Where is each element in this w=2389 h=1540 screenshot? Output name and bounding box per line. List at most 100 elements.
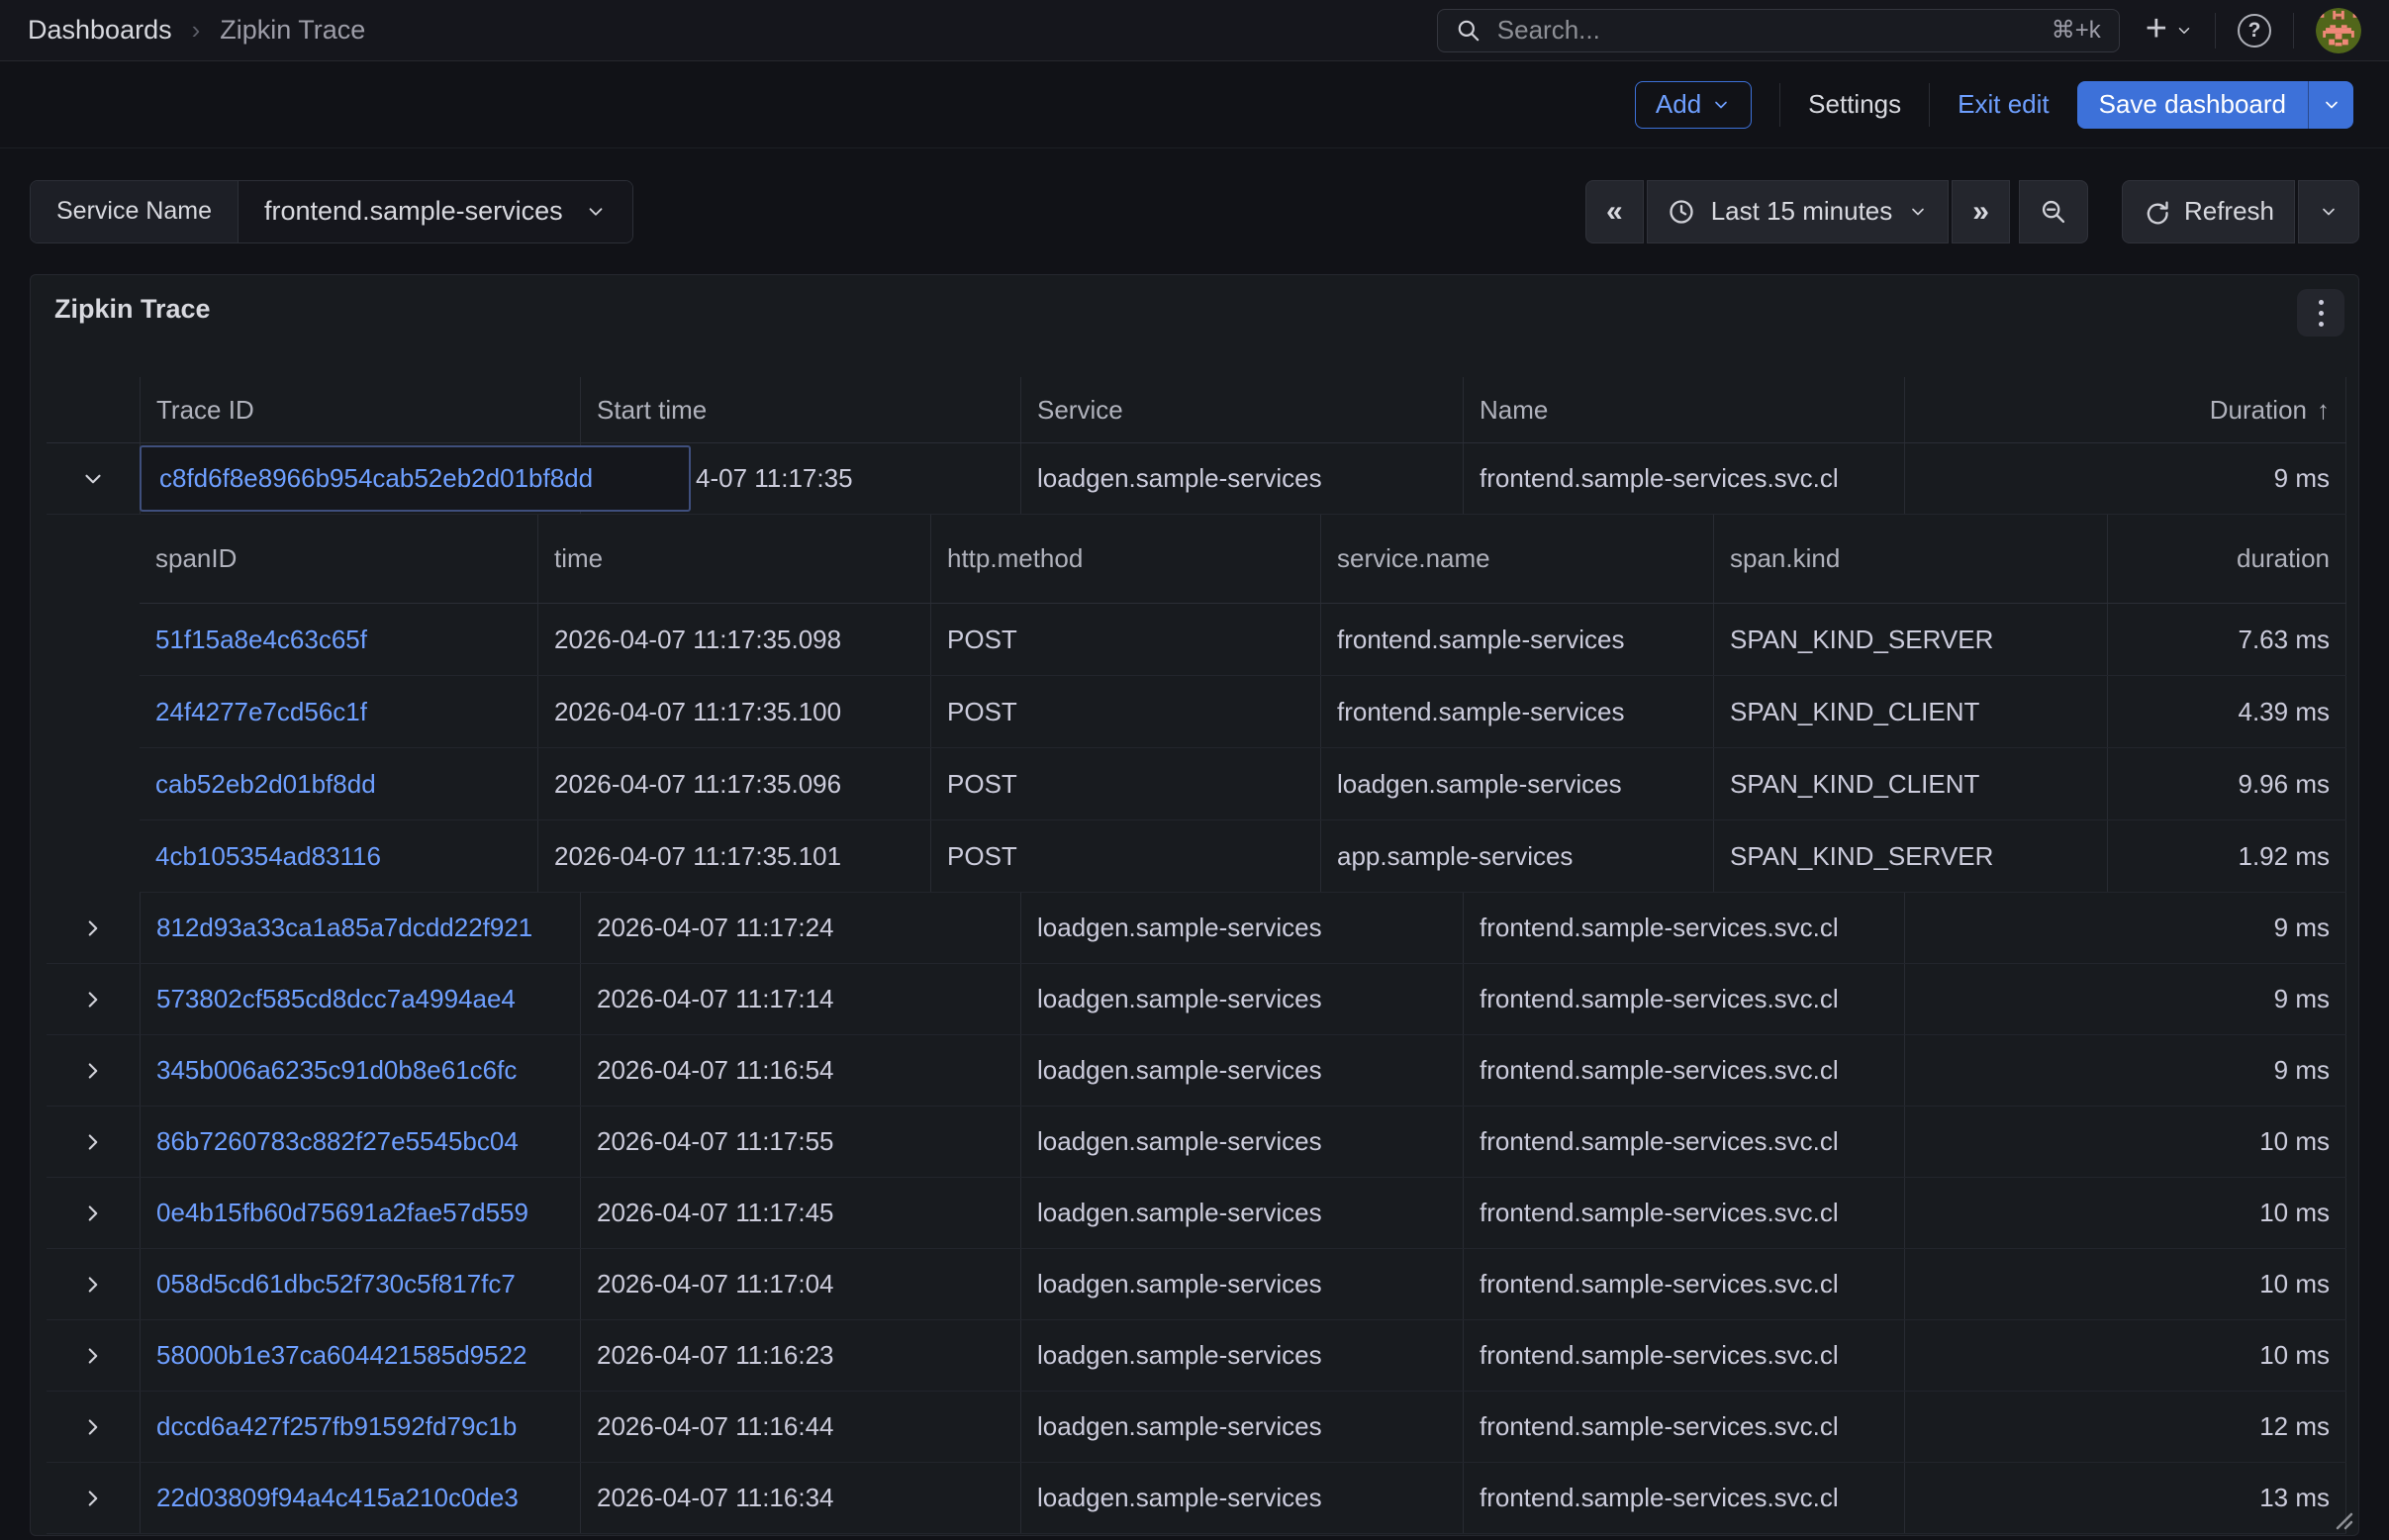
settings-button[interactable]: Settings: [1808, 89, 1901, 120]
span-time-cell: 2026-04-07 11:17:35.098: [537, 604, 930, 675]
start-time-cell: 2026-04-07 11:17:55: [580, 1107, 1020, 1177]
chevron-down-icon: [585, 201, 607, 223]
collapse-row-button[interactable]: [47, 443, 140, 514]
time-shift-back-button[interactable]: «: [1585, 180, 1644, 243]
double-chevron-right-icon: »: [1972, 195, 1989, 229]
time-range-picker[interactable]: Last 15 minutes: [1647, 180, 1950, 243]
save-dashboard-button[interactable]: Save dashboard: [2077, 81, 2308, 129]
panel-menu-button[interactable]: [2297, 289, 2344, 337]
name-cell: frontend.sample-services.svc.cl: [1463, 1035, 1904, 1106]
expand-row-button[interactable]: [47, 1392, 140, 1462]
refresh-group: Refresh: [2122, 180, 2359, 243]
header-service[interactable]: Service: [1020, 377, 1463, 442]
span-method-cell: POST: [930, 748, 1320, 819]
breadcrumb-dashboards[interactable]: Dashboards: [28, 15, 172, 46]
expand-row-button[interactable]: [47, 964, 140, 1034]
span-time-cell: 2026-04-07 11:17:35.101: [537, 820, 930, 892]
help-icon[interactable]: ?: [2238, 14, 2271, 48]
time-shift-forward-button[interactable]: »: [1952, 180, 2010, 243]
refresh-interval-dropdown[interactable]: [2298, 180, 2359, 243]
name-cell: frontend.sample-services.svc.cl: [1463, 893, 1904, 963]
trace-id-link[interactable]: c8fd6f8e8966b954cab52eb2d01bf8dd: [159, 463, 593, 494]
top-nav: Dashboards › Zipkin Trace Search... ⌘+k …: [0, 0, 2389, 61]
trace-id-link[interactable]: 058d5cd61dbc52f730c5f817fc7: [156, 1269, 516, 1299]
span-duration-cell: 4.39 ms: [2107, 676, 2346, 747]
span-time-cell: 2026-04-07 11:17:35.100: [537, 676, 930, 747]
search-input[interactable]: Search... ⌘+k: [1437, 9, 2120, 52]
kebab-icon: [2319, 300, 2324, 305]
chevron-right-icon: [80, 987, 106, 1012]
span-duration-cell: 9.96 ms: [2107, 748, 2346, 819]
span-id-link[interactable]: cab52eb2d01bf8dd: [155, 769, 376, 800]
duration-cell: 9 ms: [1904, 893, 2346, 963]
header-start-time[interactable]: Start time: [580, 377, 1020, 442]
chevron-right-icon: [80, 1343, 106, 1369]
panel-resize-handle[interactable]: [2328, 1504, 2353, 1530]
refresh-button[interactable]: Refresh: [2122, 180, 2295, 243]
duration-cell: 10 ms: [1904, 1320, 2346, 1391]
edit-toolbar: Add Settings Exit edit Save dashboard: [0, 61, 2389, 148]
toolbar-divider: [1779, 83, 1780, 127]
trace-id-link[interactable]: 86b7260783c882f27e5545bc04: [156, 1126, 519, 1157]
time-zoom-out-button[interactable]: [2019, 180, 2088, 243]
expand-row-button[interactable]: [47, 1178, 140, 1248]
start-time-cell: 2026-04-07 11:17:24: [580, 893, 1020, 963]
span-service-cell: loadgen.sample-services: [1320, 748, 1713, 819]
span-id-link[interactable]: 4cb105354ad83116: [155, 841, 381, 872]
trace-row-expanded: 4-07 11:17:35 loadgen.sample-services fr…: [47, 443, 2346, 515]
name-cell: frontend.sample-services.svc.cl: [1463, 1178, 1904, 1248]
trace-row: 0e4b15fb60d75691a2fae57d559 2026-04-07 1…: [47, 1178, 2346, 1249]
start-time-cell: 2026-04-07 11:16:54: [580, 1035, 1020, 1106]
service-cell: loadgen.sample-services: [1020, 1463, 1463, 1533]
expand-row-button[interactable]: [47, 1035, 140, 1106]
new-button[interactable]: +: [2146, 14, 2193, 48]
trace-id-link[interactable]: dccd6a427f257fb91592fd79c1b: [156, 1411, 517, 1442]
header-name[interactable]: Name: [1463, 377, 1904, 442]
variable-value-picker[interactable]: frontend.sample-services: [239, 181, 632, 242]
variable-label: Service Name: [31, 181, 239, 242]
start-time-cell: 2026-04-07 11:16:23: [580, 1320, 1020, 1391]
span-time-cell: 2026-04-07 11:17:35.096: [537, 748, 930, 819]
expand-row-button[interactable]: [47, 1249, 140, 1319]
trace-id-link[interactable]: 812d93a33ca1a85a7dcdd22f921: [156, 913, 532, 943]
span-kind-cell: SPAN_KIND_CLIENT: [1713, 676, 2107, 747]
trace-row: 22d03809f94a4c415a210c0de3 2026-04-07 11…: [47, 1463, 2346, 1534]
trace-id-focus-box: c8fd6f8e8966b954cab52eb2d01bf8dd: [140, 445, 691, 512]
span-service-cell: frontend.sample-services: [1320, 604, 1713, 675]
subheader-service: service.name: [1320, 515, 1713, 603]
expand-row-button[interactable]: [47, 893, 140, 963]
panel-title[interactable]: Zipkin Trace: [54, 294, 211, 325]
span-id-link[interactable]: 51f15a8e4c63c65f: [155, 625, 367, 655]
subheader-method: http.method: [930, 515, 1320, 603]
span-row: 4cb105354ad83116 2026-04-07 11:17:35.101…: [140, 820, 2346, 893]
subheader-time: time: [537, 515, 930, 603]
span-id-link[interactable]: 24f4277e7cd56c1f: [155, 697, 367, 727]
trace-id-link[interactable]: 22d03809f94a4c415a210c0de3: [156, 1483, 519, 1513]
expand-row-button[interactable]: [47, 1463, 140, 1533]
sort-ascending-icon: ↑: [2317, 395, 2330, 426]
exit-edit-button[interactable]: Exit edit: [1958, 89, 2050, 120]
trace-id-link[interactable]: 0e4b15fb60d75691a2fae57d559: [156, 1198, 528, 1228]
trace-id-link[interactable]: 58000b1e37ca604421585d9522: [156, 1340, 527, 1371]
chevron-right-icon: [80, 1414, 106, 1440]
chevron-down-icon: [1908, 202, 1928, 222]
span-method-cell: POST: [930, 604, 1320, 675]
trace-row: 058d5cd61dbc52f730c5f817fc7 2026-04-07 1…: [47, 1249, 2346, 1320]
expand-row-button[interactable]: [47, 1320, 140, 1391]
span-row: cab52eb2d01bf8dd 2026-04-07 11:17:35.096…: [140, 748, 2346, 820]
variable-value: frontend.sample-services: [264, 196, 563, 227]
expand-row-button[interactable]: [47, 1107, 140, 1177]
trace-row: 345b006a6235c91d0b8e61c6fc 2026-04-07 11…: [47, 1035, 2346, 1107]
add-label: Add: [1656, 89, 1701, 120]
span-method-cell: POST: [930, 676, 1320, 747]
add-button[interactable]: Add: [1635, 81, 1752, 129]
zipkin-trace-panel: Zipkin Trace Trace ID Start time Service…: [30, 274, 2359, 1536]
avatar[interactable]: [2316, 8, 2361, 53]
header-duration[interactable]: Duration ↑: [1904, 377, 2346, 442]
trace-id-link[interactable]: 345b006a6235c91d0b8e61c6fc: [156, 1055, 517, 1086]
nav-actions: + ?: [2120, 8, 2361, 53]
header-trace-id[interactable]: Trace ID: [140, 377, 580, 442]
subheader-duration: duration: [2107, 515, 2346, 603]
save-dashboard-dropdown[interactable]: [2308, 81, 2353, 129]
trace-id-link[interactable]: 573802cf585cd8dcc7a4994ae4: [156, 984, 516, 1014]
